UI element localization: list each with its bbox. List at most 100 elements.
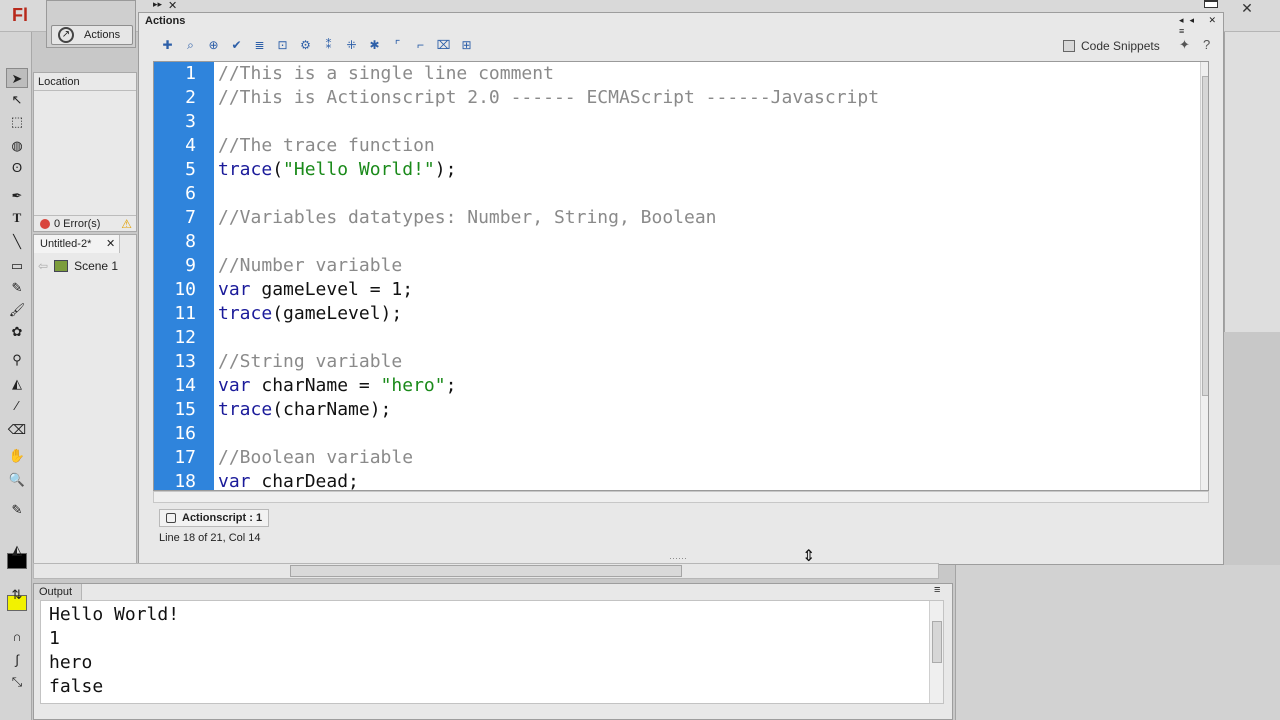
insert-target-path-icon[interactable]: ⊕ bbox=[205, 37, 222, 53]
errors-status-bar[interactable]: 0 Error(s) ⚠ bbox=[34, 215, 136, 232]
pencil-tool-icon[interactable]: ✎ bbox=[6, 278, 28, 298]
free-transform-tool-icon[interactable]: ⬚ bbox=[6, 112, 28, 132]
code-string: "Hello World!" bbox=[283, 159, 435, 180]
line-number: 7 bbox=[185, 207, 196, 228]
actions-button-label: Actions bbox=[84, 29, 121, 41]
tools-panel: ➤ ↖ ⬚ ◍ ʘ ✒ T ╲ ▭ ✎ 🖌 ✿ ⚲ ◭ ⁄ ⌫ ✋ 🔍 ✎ ◭ … bbox=[0, 32, 32, 720]
line-tool-icon[interactable]: ╲ bbox=[6, 232, 28, 252]
eraser-tool-icon[interactable]: ⌫ bbox=[6, 420, 28, 440]
bone-tool-icon[interactable]: ⚲ bbox=[6, 350, 28, 370]
editor-horizontal-scrollbar[interactable] bbox=[153, 491, 1209, 503]
lasso-tool-icon[interactable]: ʘ bbox=[6, 158, 28, 178]
code-text: trace("Hello World!"); bbox=[218, 158, 456, 182]
code-line[interactable]: 15 trace(charName); bbox=[154, 398, 1194, 422]
scrollbar-thumb[interactable] bbox=[1202, 76, 1208, 396]
code-text: trace(charName); bbox=[218, 398, 391, 422]
block-comment-icon[interactable]: ⌜ bbox=[389, 37, 406, 53]
script-tab-label: Actionscript : 1 bbox=[182, 512, 263, 524]
output-text-area[interactable]: Hello World! 1 hero false bbox=[40, 600, 944, 704]
code-token: charName = bbox=[250, 375, 381, 396]
swap-colors-icon[interactable]: ⇅ bbox=[6, 585, 28, 605]
code-line[interactable]: 17 //Boolean variable bbox=[154, 446, 1194, 470]
text-tool-icon[interactable]: T bbox=[6, 208, 28, 228]
line-number: 1 bbox=[185, 63, 196, 84]
line-number: 3 bbox=[185, 111, 196, 132]
help-icon[interactable]: ? bbox=[1203, 37, 1210, 52]
rectangle-tool-icon[interactable]: ▭ bbox=[6, 256, 28, 276]
script-editor[interactable]: 1 //This is a single line comment 2 //This … bbox=[153, 61, 1209, 491]
code-line[interactable]: 13 //String variable bbox=[154, 350, 1194, 374]
wizard-wand-icon[interactable]: ✦ bbox=[1179, 37, 1190, 53]
code-line[interactable]: 9 //Number variable bbox=[154, 254, 1194, 278]
find-icon[interactable]: ⌕ bbox=[182, 37, 199, 53]
close-icon[interactable]: ✕ bbox=[168, 0, 177, 12]
close-icon[interactable]: ✕ bbox=[106, 237, 115, 250]
output-vertical-scrollbar[interactable] bbox=[929, 601, 943, 703]
code-line[interactable]: 2 //This is Actionscript 2.0 ------ ECMAS… bbox=[154, 86, 1194, 110]
scrollbar-thumb[interactable] bbox=[290, 565, 682, 577]
code-line[interactable]: 5 trace("Hello World!"); bbox=[154, 158, 1194, 182]
actions-panel-button[interactable]: ↗ Actions bbox=[51, 25, 133, 45]
code-line[interactable]: 3 bbox=[154, 110, 1194, 134]
errors-count: 0 Error(s) bbox=[54, 218, 101, 230]
check-syntax-icon[interactable]: ✔ bbox=[228, 37, 245, 53]
line-number: 9 bbox=[185, 255, 196, 276]
script-tab[interactable]: Actionscript : 1 bbox=[159, 509, 270, 527]
output-tab[interactable]: Output bbox=[34, 584, 82, 600]
code-line[interactable]: 14 var charName = "hero"; bbox=[154, 374, 1194, 398]
code-comment: //Boolean variable bbox=[218, 447, 414, 468]
deco-tool-icon[interactable]: ✿ bbox=[6, 322, 28, 342]
code-line[interactable]: 6 bbox=[154, 182, 1194, 206]
code-line[interactable]: 1 //This is a single line comment bbox=[154, 62, 1194, 86]
expand-all-icon[interactable]: ✱ bbox=[366, 37, 383, 53]
resize-cursor-icon: ⇕ bbox=[802, 548, 816, 565]
hand-tool-icon[interactable]: ✋ bbox=[6, 446, 28, 466]
document-tab-label: Untitled-2* bbox=[40, 238, 92, 250]
collapse-braces-icon[interactable]: ⁑ bbox=[320, 37, 337, 53]
back-arrow-icon[interactable]: ⇦ bbox=[38, 259, 48, 273]
scrollbar-thumb[interactable] bbox=[932, 621, 942, 663]
subselection-tool-icon[interactable]: ↖ bbox=[6, 90, 28, 110]
debug-options-icon[interactable]: ⚙ bbox=[297, 37, 314, 53]
collapse-arrows-icon[interactable]: ▸▸ bbox=[153, 0, 162, 10]
code-line[interactable]: 8 bbox=[154, 230, 1194, 254]
output-line: false bbox=[49, 676, 104, 697]
code-line[interactable]: 7 //Variables datatypes: Number, String, … bbox=[154, 206, 1194, 230]
code-area[interactable]: 1 //This is a single line comment 2 //This … bbox=[154, 62, 1194, 490]
pin-script-icon[interactable] bbox=[166, 513, 176, 523]
smooth-icon[interactable]: ∫ bbox=[6, 650, 28, 670]
maximize-icon[interactable] bbox=[1204, 0, 1218, 8]
code-text: //String variable bbox=[218, 350, 402, 374]
3d-rotation-tool-icon[interactable]: ◍ bbox=[6, 136, 28, 156]
auto-format-icon[interactable]: ≣ bbox=[251, 37, 268, 53]
collapse-selection-icon[interactable]: ⁜ bbox=[343, 37, 360, 53]
eyedropper-tool-icon[interactable]: ⁄ bbox=[6, 396, 28, 416]
pen-tool-icon[interactable]: ✒ bbox=[6, 186, 28, 206]
line-number: 5 bbox=[185, 159, 196, 180]
code-snippets-button[interactable]: Code Snippets bbox=[1063, 39, 1160, 53]
code-line[interactable]: 11 trace(gameLevel); bbox=[154, 302, 1194, 326]
add-statement-icon[interactable]: ✚ bbox=[159, 37, 176, 53]
remove-comment-icon[interactable]: ⌧ bbox=[435, 37, 452, 53]
show-toolbox-icon[interactable]: ⊞ bbox=[458, 37, 475, 53]
code-line[interactable]: 18 var charDead; bbox=[154, 470, 1194, 490]
paint-bucket-tool-icon[interactable]: ◭ bbox=[6, 374, 28, 394]
brush-tool-icon[interactable]: 🖌 bbox=[6, 300, 28, 320]
selection-tool-icon[interactable]: ➤ bbox=[6, 68, 28, 88]
close-icon[interactable]: ✕ bbox=[1236, 0, 1258, 16]
zoom-tool-icon[interactable]: 🔍 bbox=[6, 470, 28, 490]
straighten-icon[interactable]: ⤡ bbox=[6, 672, 28, 692]
code-hint-icon[interactable]: ⊡ bbox=[274, 37, 291, 53]
code-comment: //Variables datatypes: Number, String, B… bbox=[218, 207, 717, 228]
editor-vertical-scrollbar[interactable] bbox=[1200, 62, 1208, 490]
code-line[interactable]: 12 bbox=[154, 326, 1194, 350]
scene-item[interactable]: ⇦ Scene 1 bbox=[38, 259, 118, 273]
panel-menu-icon[interactable]: ≡ bbox=[934, 584, 940, 596]
code-line[interactable]: 10 var gameLevel = 1; bbox=[154, 278, 1194, 302]
compiler-location-panel: Location 0 Error(s) ⚠ bbox=[33, 72, 137, 232]
snap-magnet-icon[interactable]: ∩ bbox=[6, 627, 28, 647]
line-comment-icon[interactable]: ⌐ bbox=[412, 37, 429, 53]
code-line[interactable]: 4 //The trace function bbox=[154, 134, 1194, 158]
code-line[interactable]: 16 bbox=[154, 422, 1194, 446]
panel-controls[interactable]: ◂◂ ✕ ≡ bbox=[1179, 15, 1223, 36]
